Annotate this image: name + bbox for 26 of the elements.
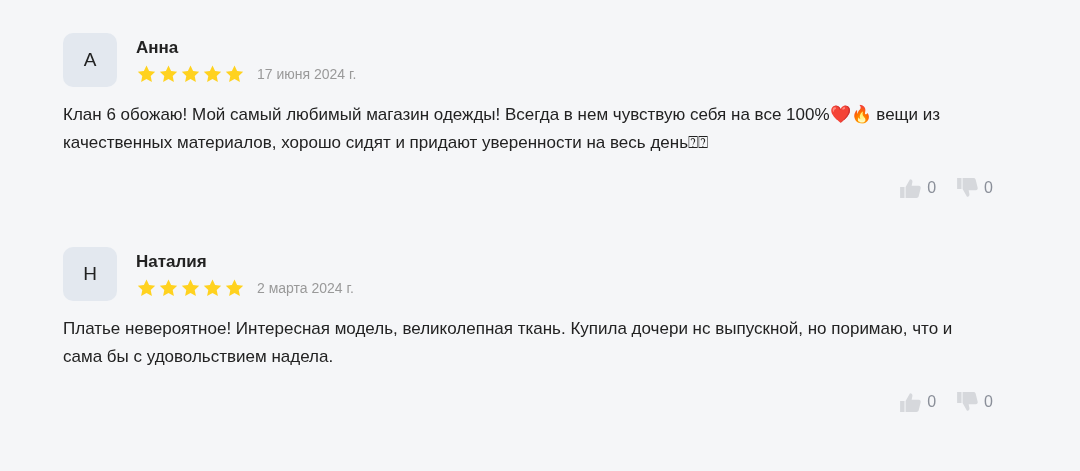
star-icon — [180, 64, 201, 84]
star-icon — [202, 64, 223, 84]
review-date: 17 июня 2024 г. — [257, 66, 357, 82]
like-button[interactable]: 0 — [899, 177, 937, 199]
star-icon — [180, 278, 201, 298]
thumbs-up-icon — [899, 177, 922, 199]
star-icon — [158, 278, 179, 298]
review-text: Платье невероятное! Интересная модель, великолепная ткань. Купила дочери нс выпускной, но поримаю, что и сама бы с удовольствием надела. — [63, 318, 954, 368]
review-text: Клан 6 обожаю! Мой самый любимый магазин одежды! Всегда в нем чувствую себя на все 100%❤🔥 вещи из качественных материалов, хорошо сидят и придают уверенности на весь день⍰⍰ — [63, 104, 942, 154]
reviewer-name: Наталия — [136, 252, 208, 272]
star-icon — [136, 64, 157, 84]
thumbs-up-icon — [899, 391, 922, 413]
star-icon — [224, 64, 245, 84]
avatar: Н — [63, 247, 117, 301]
dislike-button[interactable]: 0 — [956, 391, 993, 413]
star-icon — [158, 64, 179, 84]
review-date: 2 марта 2024 г. — [257, 280, 354, 296]
star-icon — [202, 278, 223, 298]
thumbs-down-icon — [956, 177, 979, 199]
dislike-button[interactable]: 0 — [956, 177, 993, 199]
star-icon — [224, 278, 245, 298]
thumbs-down-icon — [956, 391, 979, 413]
reviewer-name: Анна — [136, 38, 180, 58]
star-icon — [136, 278, 157, 298]
avatar: А — [63, 33, 117, 87]
like-button[interactable]: 0 — [899, 391, 937, 413]
